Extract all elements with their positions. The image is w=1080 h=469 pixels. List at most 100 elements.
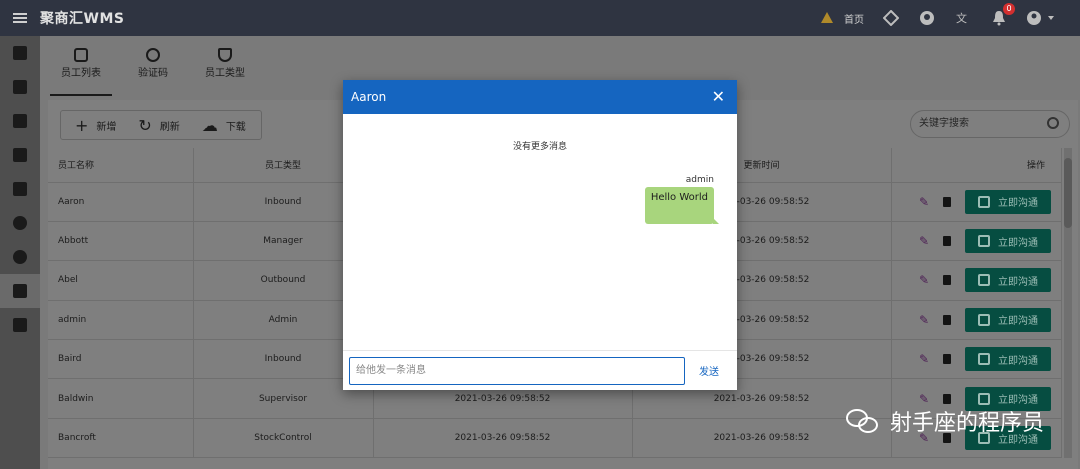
svg-text:文: 文 (956, 11, 967, 25)
tab-label: 员工类型 (205, 68, 245, 79)
col-header-actions: 操作 (891, 148, 1062, 183)
cell-created: 2021-03-26 09:58:52 (373, 418, 633, 459)
watermark-text: 射手座的程序员 (889, 411, 1044, 436)
contact-icon (978, 313, 990, 326)
chat-now-button[interactable]: 立即沟通 (965, 229, 1051, 254)
contact-icon (978, 353, 990, 366)
row-actions: ✎ 立即沟通 (892, 347, 1062, 372)
delete-trash-icon[interactable] (943, 236, 951, 247)
github-icon[interactable] (918, 9, 936, 27)
message-sender: admin (685, 175, 714, 185)
cell-name: Abbott (48, 221, 194, 262)
nav-trend[interactable] (0, 104, 40, 138)
home-link[interactable]: 首页 (818, 9, 864, 27)
wechat-logo (845, 407, 880, 435)
nav-settings[interactable] (0, 240, 40, 274)
top-app-bar: 聚商汇WMS 首页 文 0 (0, 0, 1080, 36)
app-title: 聚商汇WMS (40, 11, 125, 27)
close-icon[interactable]: ✕ (712, 89, 725, 105)
chat-now-label: 立即沟通 (998, 237, 1038, 249)
no-more-messages: 没有更多消息 (512, 142, 567, 152)
menu-icon[interactable] (0, 0, 40, 36)
badge-icon (74, 48, 88, 62)
edit-pencil-icon[interactable]: ✎ (919, 352, 929, 366)
nav-staff[interactable] (0, 274, 40, 308)
edit-pencil-icon[interactable]: ✎ (919, 234, 929, 248)
gear-icon (13, 250, 27, 264)
diamond-icon[interactable] (882, 9, 900, 27)
trend-icon (13, 114, 27, 128)
cloud-download-icon: ☁ (201, 115, 218, 135)
nav-stock[interactable] (0, 138, 40, 172)
nav-inbound[interactable] (0, 70, 40, 104)
delete-trash-icon[interactable] (943, 275, 951, 286)
tab-staff-list[interactable]: 员工列表 (50, 44, 112, 96)
cell-actions: ✎ 立即沟通 (891, 182, 1062, 222)
edit-pencil-icon[interactable]: ✎ (919, 392, 929, 406)
refresh-button[interactable]: ↻ 刷新 (138, 116, 179, 135)
contact-icon (978, 392, 990, 405)
nav-info[interactable] (0, 206, 40, 240)
tab-bar: 员工列表 验证码 员工类型 (50, 44, 256, 96)
chat-now-button[interactable]: 立即沟通 (965, 347, 1051, 372)
chat-now-label: 立即沟通 (998, 316, 1038, 328)
notification-bell-icon[interactable]: 0 (990, 3, 1015, 27)
dialog-footer: 发送 (343, 350, 737, 390)
row-actions: ✎ 立即沟通 (892, 268, 1062, 293)
edit-pencil-icon[interactable]: ✎ (919, 273, 929, 287)
top-actions: 首页 文 0 (818, 0, 1056, 36)
download-label: 下载 (225, 121, 246, 133)
chat-now-label: 立即沟通 (998, 355, 1038, 367)
search-icon[interactable] (1047, 117, 1059, 129)
watermark: 射手座的程序员 (845, 405, 1044, 437)
chat-now-label: 立即沟通 (998, 198, 1038, 210)
dialog-header: Aaron ✕ (343, 80, 737, 114)
cell-actions: ✎ 立即沟通 (891, 300, 1062, 341)
badge-icon (13, 284, 27, 298)
notification-badge: 0 (1003, 3, 1015, 15)
nav-goods[interactable] (0, 172, 40, 206)
scroll-thumb[interactable] (1064, 158, 1072, 228)
tab-label: 验证码 (138, 68, 168, 79)
refresh-label: 刷新 (159, 121, 180, 133)
search-placeholder: 关键字搜索 (919, 118, 969, 129)
info-icon (13, 216, 27, 230)
delete-trash-icon[interactable] (943, 314, 951, 325)
nav-driver[interactable] (0, 308, 40, 342)
chat-now-button[interactable]: 立即沟通 (965, 189, 1051, 214)
edit-pencil-icon[interactable]: ✎ (919, 313, 929, 327)
search-input[interactable]: 关键字搜索 (910, 110, 1070, 138)
send-button[interactable]: 发送 (699, 363, 719, 378)
chat-now-button[interactable]: 立即沟通 (965, 307, 1051, 332)
tab-staff-type[interactable]: 员工类型 (194, 44, 256, 96)
chat-now-button[interactable]: 立即沟通 (965, 268, 1051, 293)
home-label: 首页 (844, 14, 864, 26)
cell-actions: ✎ 立即沟通 (891, 339, 1062, 380)
refresh-icon: ↻ (138, 115, 152, 135)
cell-actions: ✎ 立即沟通 (891, 260, 1062, 301)
inbound-icon (13, 80, 27, 94)
nav-messages[interactable] (0, 36, 40, 70)
tab-captcha[interactable]: 验证码 (122, 44, 184, 96)
goods-icon (13, 182, 27, 196)
translate-icon[interactable]: 文 (954, 9, 972, 27)
chat-dialog: Aaron ✕ 没有更多消息 admin Hello World 发送 (343, 80, 737, 390)
table-scrollbar[interactable] (1064, 148, 1072, 458)
contact-icon (978, 274, 990, 287)
cell-name: Baird (48, 339, 194, 380)
message-area: 没有更多消息 admin Hello World (343, 114, 737, 350)
cell-name: Abel (48, 260, 194, 301)
message-input[interactable] (349, 356, 685, 385)
toolbar: + 新增 ↻ 刷新 ☁ 下载 (60, 110, 262, 140)
delete-trash-icon[interactable] (943, 393, 951, 404)
plus-icon: + (75, 115, 89, 135)
dialog-title: Aaron (351, 90, 387, 104)
edit-pencil-icon[interactable]: ✎ (919, 195, 929, 209)
col-header-name[interactable]: 员工名称 (48, 148, 194, 183)
delete-trash-icon[interactable] (943, 354, 951, 365)
delete-trash-icon[interactable] (943, 196, 951, 207)
add-button[interactable]: + 新增 (75, 116, 116, 135)
account-icon[interactable] (1026, 9, 1056, 27)
download-button[interactable]: ☁ 下载 (202, 116, 246, 135)
cell-name: admin (48, 300, 194, 341)
